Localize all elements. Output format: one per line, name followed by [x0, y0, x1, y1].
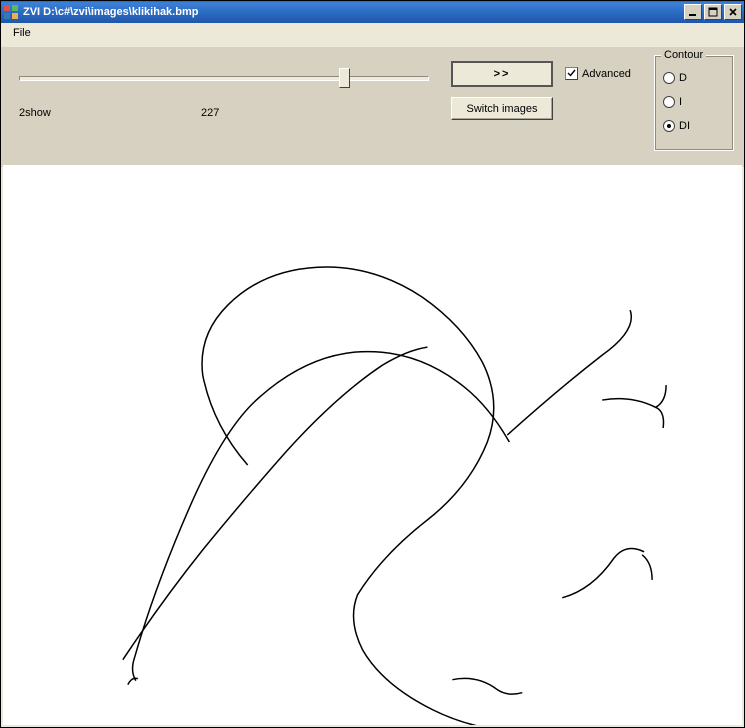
window-title: ZVI D:\c#\zvi\images\klikihak.bmp: [23, 6, 684, 18]
radio-icon: [663, 120, 675, 132]
radio-label: I: [679, 96, 682, 108]
next-button[interactable]: >>: [451, 61, 553, 87]
contour-drawing: [3, 165, 742, 725]
contour-radio-i[interactable]: I: [663, 96, 682, 108]
switch-button-label: Switch images: [467, 103, 538, 115]
app-window: ZVI D:\c#\zvi\images\klikihak.bmp File 2…: [0, 0, 745, 728]
control-panel: 2show 227 >> Switch images Advanced Cont…: [1, 47, 744, 167]
contour-radio-di[interactable]: DI: [663, 120, 690, 132]
image-canvas: [3, 165, 742, 725]
advanced-label: Advanced: [582, 68, 631, 80]
menu-file[interactable]: File: [7, 25, 37, 41]
titlebar: ZVI D:\c#\zvi\images\klikihak.bmp: [1, 1, 744, 23]
switch-images-button[interactable]: Switch images: [451, 97, 553, 120]
advanced-checkbox[interactable]: Advanced: [565, 67, 631, 80]
radio-icon: [663, 96, 675, 108]
contour-radio-d[interactable]: D: [663, 72, 687, 84]
threshold-slider[interactable]: [19, 67, 429, 93]
value-label: 227: [201, 107, 219, 119]
radio-label: D: [679, 72, 687, 84]
slider-thumb[interactable]: [339, 68, 350, 88]
radio-label: DI: [679, 120, 690, 132]
menubar: File: [1, 23, 744, 47]
close-button[interactable]: [724, 4, 742, 20]
checkbox-box: [565, 67, 578, 80]
next-button-label: >>: [494, 68, 511, 80]
minimize-button[interactable]: [684, 4, 702, 20]
contour-group: Contour D I DI: [654, 55, 734, 151]
maximize-button[interactable]: [704, 4, 722, 20]
window-buttons: [684, 4, 742, 20]
show-label: 2show: [19, 107, 51, 119]
slider-track: [19, 76, 429, 81]
radio-icon: [663, 72, 675, 84]
app-icon: [3, 4, 19, 20]
contour-legend: Contour: [661, 49, 706, 61]
